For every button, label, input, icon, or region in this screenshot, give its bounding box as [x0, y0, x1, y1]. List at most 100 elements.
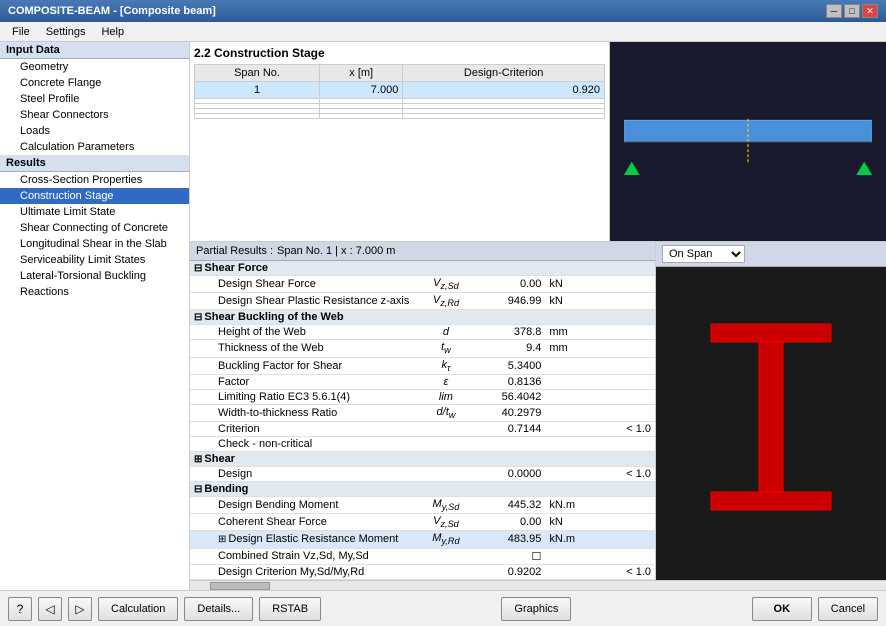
- bottom-bar: ? ◁ ▷ Calculation Details... RSTAB Graph…: [0, 590, 886, 626]
- row-unit: mm: [545, 325, 598, 340]
- bottom-section: Partial Results : Span No. 1 | x : 7.000…: [190, 242, 886, 580]
- window-controls: ─ □ ✕: [826, 4, 878, 18]
- list-item: Design Bending Moment My,Sd 445.32 kN.m: [190, 496, 655, 513]
- sidebar: Input Data Geometry Concrete Flange Stee…: [0, 42, 190, 590]
- list-item: Design Shear Force Vz,Sd 0.00 kN: [190, 276, 655, 293]
- menu-file[interactable]: File: [4, 25, 38, 39]
- list-item: Coherent Shear Force Vz,Sd 0.00 kN: [190, 514, 655, 531]
- row-label: Design: [190, 466, 413, 481]
- construction-stage-panel: 2.2 Construction Stage Span No. x [m] De…: [190, 42, 610, 241]
- row-label: Width-to-thickness Ratio: [190, 404, 413, 421]
- row-label: Design Criterion My,Sd/My,Rd: [190, 564, 413, 579]
- row-unit: [545, 374, 598, 389]
- section-shear-force[interactable]: ⊟Shear Force: [190, 261, 655, 276]
- sidebar-item-construction-stage[interactable]: Construction Stage: [0, 188, 189, 204]
- sidebar-item-calc-params[interactable]: Calculation Parameters: [0, 139, 189, 155]
- help-icon-button[interactable]: ?: [8, 597, 32, 621]
- cell-x: 7.000: [320, 82, 403, 99]
- graphics-button[interactable]: Graphics: [501, 597, 571, 621]
- expand-shear-buckling-icon[interactable]: ⊟: [194, 312, 202, 323]
- back-icon-button[interactable]: ◁: [38, 597, 62, 621]
- close-button[interactable]: ✕: [862, 4, 878, 18]
- sidebar-input-header: Input Data: [0, 42, 189, 59]
- row-criterion: < 1.0: [598, 421, 655, 436]
- menu-bar: File Settings Help: [0, 22, 886, 42]
- list-item: Height of the Web d 378.8 mm: [190, 325, 655, 340]
- window-title: COMPOSITE-BEAM - [Composite beam]: [8, 5, 216, 17]
- sidebar-item-steel-profile[interactable]: Steel Profile: [0, 91, 189, 107]
- results-table: ⊟Shear Force Design Shear Force Vz,Sd 0.…: [190, 261, 655, 580]
- span-dropdown[interactable]: On Span On Support: [662, 245, 745, 263]
- expand-bending-icon[interactable]: ⊟: [194, 484, 202, 495]
- rstab-button[interactable]: RSTAB: [259, 597, 321, 621]
- list-item: Check - non-critical: [190, 436, 655, 451]
- expand-shear-force-icon[interactable]: ⊟: [194, 263, 202, 274]
- sidebar-item-loads[interactable]: Loads: [0, 123, 189, 139]
- row-value: 0.00: [479, 514, 546, 531]
- row-unit: [545, 466, 598, 481]
- row-symbol: lim: [413, 389, 478, 404]
- row-label: Height of the Web: [190, 325, 413, 340]
- row-criterion: [598, 374, 655, 389]
- row-label: Coherent Shear Force: [190, 514, 413, 531]
- row-unit: kN: [545, 276, 598, 293]
- partial-results-label: Partial Results :: [196, 245, 273, 257]
- partial-results-span-info: Span No. 1 | x : 7.000 m: [277, 245, 395, 257]
- ok-button[interactable]: OK: [752, 597, 812, 621]
- row-value: 445.32: [479, 496, 546, 513]
- cancel-button[interactable]: Cancel: [818, 597, 878, 621]
- row-criterion: [598, 276, 655, 293]
- row-symbol: kτ: [413, 357, 478, 374]
- sidebar-item-concrete-flange[interactable]: Concrete Flange: [0, 75, 189, 91]
- sidebar-item-reactions[interactable]: Reactions: [0, 284, 189, 300]
- menu-help[interactable]: Help: [93, 25, 132, 39]
- maximize-button[interactable]: □: [844, 4, 860, 18]
- sidebar-item-geometry[interactable]: Geometry: [0, 59, 189, 75]
- row-criterion: [598, 325, 655, 340]
- row-symbol: [413, 564, 478, 579]
- details-button[interactable]: Details...: [184, 597, 253, 621]
- sidebar-item-cross-section[interactable]: Cross-Section Properties: [0, 172, 189, 188]
- sidebar-item-long-shear[interactable]: Longitudinal Shear in the Slab: [0, 236, 189, 252]
- table-row[interactable]: 1 7.000 0.920: [195, 82, 605, 99]
- col-header-span: Span No.: [195, 65, 320, 82]
- sidebar-item-lateral-torsional[interactable]: Lateral-Torsional Buckling: [0, 268, 189, 284]
- row-criterion: [598, 340, 655, 357]
- row-symbol: d: [413, 325, 478, 340]
- section-bending[interactable]: ⊟Bending: [190, 481, 655, 496]
- row-symbol: [413, 548, 478, 564]
- table-row[interactable]: [195, 114, 605, 119]
- row-criterion: [598, 548, 655, 564]
- row-symbol: [413, 436, 478, 451]
- sidebar-item-shear-connectors[interactable]: Shear Connectors: [0, 107, 189, 123]
- row-unit: [545, 357, 598, 374]
- sidebar-item-ultimate-limit[interactable]: Ultimate Limit State: [0, 204, 189, 220]
- forward-icon-button[interactable]: ▷: [68, 597, 92, 621]
- sidebar-item-shear-connecting[interactable]: Shear Connecting of Concrete: [0, 220, 189, 236]
- beam-preview: [610, 42, 886, 241]
- section-shear-buckling[interactable]: ⊟Shear Buckling of the Web: [190, 310, 655, 325]
- content-area: 2.2 Construction Stage Span No. x [m] De…: [190, 42, 886, 590]
- cell-design-criterion: 0.920: [403, 82, 605, 99]
- calculation-button[interactable]: Calculation: [98, 597, 178, 621]
- row-criterion: [598, 293, 655, 310]
- row-symbol: [413, 421, 478, 436]
- section-shear[interactable]: ⊞Shear: [190, 451, 655, 466]
- row-unit: mm: [545, 340, 598, 357]
- title-bar: COMPOSITE-BEAM - [Composite beam] ─ □ ✕: [0, 0, 886, 22]
- sidebar-item-serviceability[interactable]: Serviceability Limit States: [0, 252, 189, 268]
- horizontal-scrollbar[interactable]: [190, 580, 886, 590]
- minimize-button[interactable]: ─: [826, 4, 842, 18]
- results-table-container[interactable]: ⊟Shear Force Design Shear Force Vz,Sd 0.…: [190, 261, 655, 580]
- menu-settings[interactable]: Settings: [38, 25, 94, 39]
- row-criterion: [598, 389, 655, 404]
- expand-elastic-moment-icon[interactable]: ⊞: [218, 534, 226, 545]
- row-criterion: [598, 357, 655, 374]
- row-symbol: Vz,Sd: [413, 514, 478, 531]
- row-label: Limiting Ratio EC3 5.6.1(4): [190, 389, 413, 404]
- steel-profile-panel: On Span On Support: [656, 242, 886, 580]
- row-label: Check - non-critical: [190, 436, 413, 451]
- row-criterion: [598, 531, 655, 548]
- row-criterion: < 1.0: [598, 466, 655, 481]
- expand-shear-icon[interactable]: ⊞: [194, 454, 202, 465]
